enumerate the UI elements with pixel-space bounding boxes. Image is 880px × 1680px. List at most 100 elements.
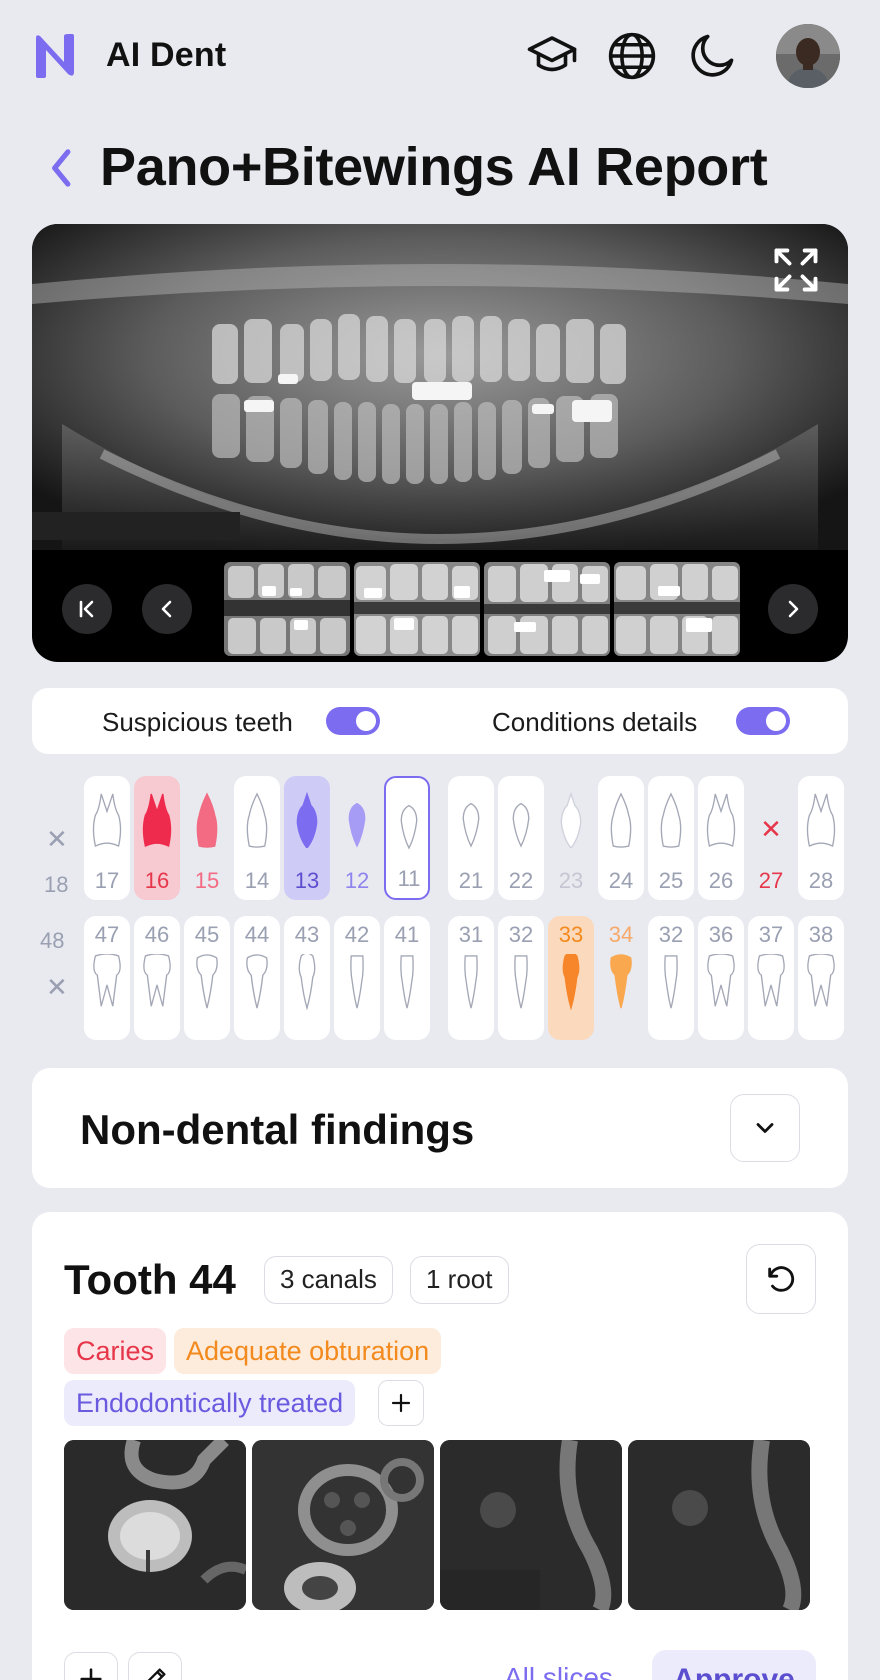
bitewing-thumbnail[interactable] — [484, 562, 610, 656]
moon-icon[interactable] — [684, 28, 740, 84]
tooth-incisor-icon — [400, 955, 414, 1009]
xray-viewer — [32, 224, 848, 662]
graduation-cap-icon[interactable] — [524, 28, 580, 84]
previous-image-button[interactable] — [142, 584, 192, 634]
undo-button[interactable] — [746, 1244, 816, 1314]
next-image-button[interactable] — [768, 584, 818, 634]
approve-button[interactable]: Approve — [652, 1650, 816, 1680]
tooth-41[interactable]: 41 — [384, 916, 430, 1040]
tooth-27[interactable]: ✕ 27 — [748, 776, 794, 900]
tooth-26[interactable]: 26 — [698, 776, 744, 900]
tooth-number: 13 — [294, 868, 320, 893]
tooth-42[interactable]: 42 — [334, 916, 380, 1040]
tooth-number: 12 — [344, 868, 370, 893]
tooth-43[interactable]: 43 — [284, 916, 330, 1040]
cbct-slice-thumbnail[interactable] — [252, 1440, 434, 1610]
panoramic-xray-image[interactable] — [32, 224, 848, 550]
tooth-36[interactable]: 36 — [698, 916, 744, 1040]
tooth-canine-icon — [560, 792, 582, 848]
tooth-number: 33 — [558, 922, 584, 947]
expand-non-dental-button[interactable] — [730, 1094, 800, 1162]
tooth-incisor-icon — [350, 955, 364, 1009]
tooth-33[interactable]: 33 — [548, 916, 594, 1040]
tooth-number-48: 48 — [40, 928, 65, 953]
app-name: AI Dent — [106, 36, 227, 74]
bitewing-thumbnail[interactable] — [224, 562, 350, 656]
tooth-number: 21 — [458, 868, 484, 893]
tooth-32[interactable]: 32 — [648, 916, 694, 1040]
tooth-molar-icon — [92, 793, 122, 848]
tooth-number: 32 — [508, 922, 534, 947]
tooth-23[interactable]: 23 — [548, 776, 594, 900]
tooth-molar-icon — [707, 954, 735, 1007]
bitewing-thumbnail[interactable] — [354, 562, 480, 656]
missing-tooth-icon[interactable]: ✕ — [46, 972, 68, 1003]
chevron-left-icon — [161, 600, 172, 618]
conditions-details-label: Conditions details — [492, 707, 698, 737]
tooth-31[interactable]: 31 — [448, 916, 494, 1040]
cbct-slice-thumbnail[interactable] — [64, 1440, 246, 1610]
tooth-22[interactable]: 22 — [498, 776, 544, 900]
tooth-32[interactable]: 32 — [498, 916, 544, 1040]
tooth-number: 26 — [708, 868, 734, 893]
tooth-incisor-icon — [348, 802, 366, 848]
tooth-number: 23 — [558, 868, 584, 893]
suspicious-teeth-toggle[interactable] — [326, 707, 380, 735]
expand-icon[interactable] — [770, 244, 822, 296]
tooth-46[interactable]: 46 — [134, 916, 180, 1040]
report-page: AI Dent Pano+Bitewings AI Report Suspici… — [0, 0, 880, 1680]
tooth-number: 32 — [658, 922, 684, 947]
tooth-premolar-icon — [246, 792, 268, 848]
user-avatar[interactable] — [776, 24, 840, 88]
tooth-premolar-icon — [660, 792, 682, 848]
tooth-38[interactable]: 38 — [798, 916, 844, 1040]
tooth-molar-icon — [143, 954, 171, 1007]
tooth-incisor-icon — [400, 804, 418, 850]
skip-first-icon — [79, 600, 94, 618]
suspicious-teeth-label: Suspicious teeth — [102, 707, 293, 737]
cbct-slice-thumbnail[interactable] — [440, 1440, 622, 1610]
tooth-34[interactable]: 34 — [598, 916, 644, 1040]
tooth-number: 16 — [144, 868, 170, 893]
globe-icon[interactable] — [604, 28, 660, 84]
bitewing-thumbnail[interactable] — [614, 562, 740, 656]
tooth-45[interactable]: 45 — [184, 916, 230, 1040]
tooth-17[interactable]: 17 — [84, 776, 130, 900]
tooth-molar-icon — [806, 793, 836, 848]
tooth-number: 28 — [808, 868, 834, 893]
condition-tag-caries[interactable]: Caries — [64, 1328, 167, 1374]
conditions-details-toggle[interactable] — [736, 707, 790, 735]
tooth-28[interactable]: 28 — [798, 776, 844, 900]
tooth-25[interactable]: 25 — [648, 776, 694, 900]
tooth-37[interactable]: 37 — [748, 916, 794, 1040]
first-image-button[interactable] — [62, 584, 112, 634]
tooth-16[interactable]: 16 — [134, 776, 180, 900]
tooth-47[interactable]: 47 — [84, 916, 130, 1040]
tooth-number: 46 — [144, 922, 170, 947]
tooth-number: 27 — [758, 868, 784, 893]
condition-tag-endodontically-treated[interactable]: Endodontically treated — [64, 1380, 356, 1426]
missing-tooth-icon[interactable]: ✕ — [46, 824, 68, 855]
edit-button[interactable] — [128, 1652, 182, 1680]
tooth-21[interactable]: 21 — [448, 776, 494, 900]
tooth-molar-icon — [93, 954, 121, 1007]
tooth-14[interactable]: 14 — [234, 776, 280, 900]
tooth-12[interactable]: 12 — [334, 776, 380, 900]
chevron-right-icon — [788, 600, 799, 618]
tooth-number: 38 — [808, 922, 834, 947]
page-title: Pano+Bitewings AI Report — [100, 137, 768, 197]
back-button[interactable] — [42, 140, 82, 196]
condition-tag-adequate-obturation[interactable]: Adequate obturation — [174, 1328, 442, 1374]
tooth-13[interactable]: 13 — [284, 776, 330, 900]
tooth-15[interactable]: 15 — [184, 776, 230, 900]
tooth-number: 36 — [708, 922, 734, 947]
tooth-molar-icon — [757, 954, 785, 1007]
tooth-11[interactable]: 11 — [384, 776, 430, 900]
tooth-24[interactable]: 24 — [598, 776, 644, 900]
add-condition-button[interactable] — [378, 1380, 424, 1426]
add-finding-button[interactable] — [64, 1652, 118, 1680]
tooth-premolar-icon — [196, 954, 218, 1009]
all-slices-link[interactable]: All slices — [504, 1662, 613, 1680]
tooth-44[interactable]: 44 — [234, 916, 280, 1040]
cbct-slice-thumbnail[interactable] — [628, 1440, 810, 1610]
